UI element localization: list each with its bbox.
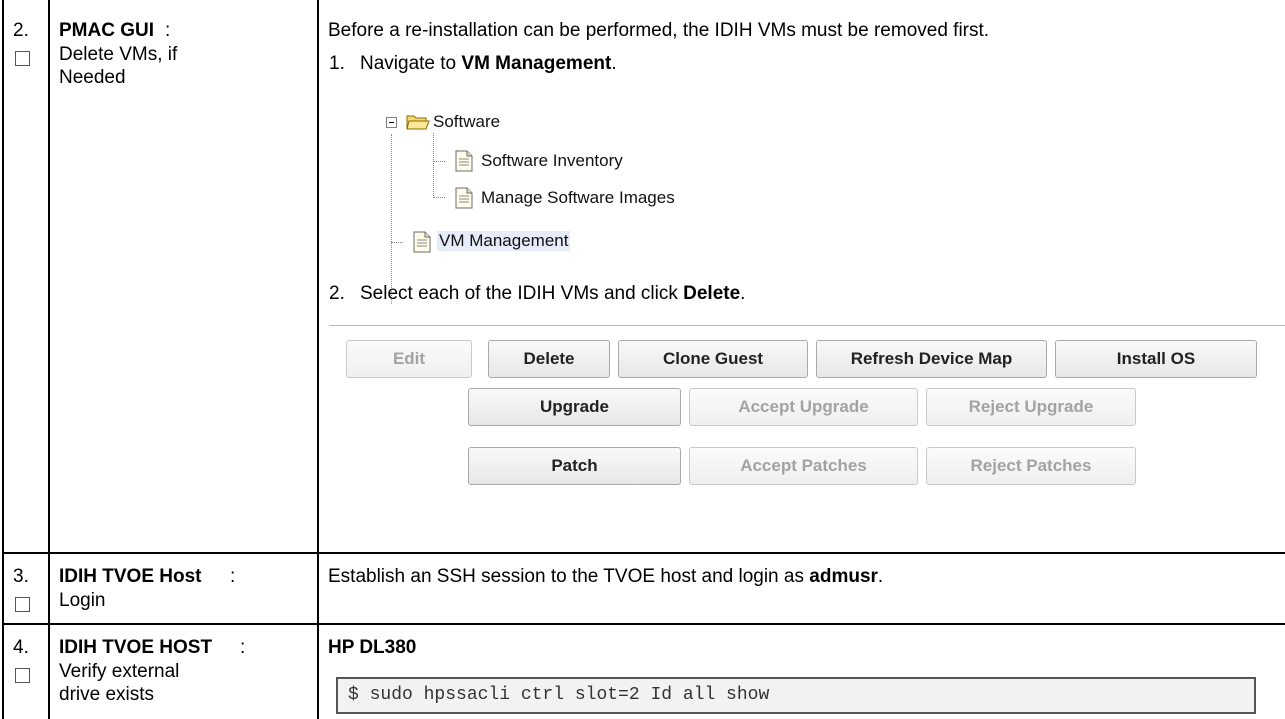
tree-item-manage-software-images[interactable]: Manage Software Images xyxy=(481,188,675,208)
reject-upgrade-button[interactable]: Reject Upgrade xyxy=(926,388,1136,426)
patch-button[interactable]: Patch xyxy=(468,447,681,485)
toolbar-top-border xyxy=(329,325,1285,326)
clone-guest-button[interactable]: Clone Guest xyxy=(618,340,808,378)
step-checkbox[interactable] xyxy=(15,51,30,66)
upgrade-button[interactable]: Upgrade xyxy=(468,388,681,426)
step-checkbox[interactable] xyxy=(15,668,30,683)
substep-number: 1. xyxy=(329,53,345,74)
delete-button[interactable]: Delete xyxy=(488,340,610,378)
document-icon xyxy=(413,231,431,253)
table-border-left xyxy=(2,0,4,719)
step-number: 2. xyxy=(13,20,29,41)
step-title: IDIH TVOE HOST xyxy=(59,637,213,658)
document-icon xyxy=(455,150,473,172)
step-subtitle-line: Needed xyxy=(59,67,126,88)
step-title: IDIH TVOE Host xyxy=(59,566,202,587)
refresh-device-map-button[interactable]: Refresh Device Map xyxy=(816,340,1047,378)
step-number: 3. xyxy=(13,566,29,587)
tree-connector xyxy=(391,242,403,243)
step-instruction: Establish an SSH session to the TVOE hos… xyxy=(328,566,884,587)
step-title-colon: : xyxy=(240,637,246,658)
collapse-icon[interactable] xyxy=(386,117,397,128)
accept-upgrade-button[interactable]: Accept Upgrade xyxy=(689,388,918,426)
step-checkbox[interactable] xyxy=(15,597,30,612)
username-term: admusr xyxy=(809,566,878,587)
tree-item-software-inventory[interactable]: Software Inventory xyxy=(481,151,623,171)
folder-open-icon xyxy=(406,115,430,130)
substep-bold-term: Delete xyxy=(683,283,741,304)
substep-number: 2. xyxy=(329,283,345,304)
table-divider-col2 xyxy=(317,0,319,719)
intro-text: Before a re-installation can be performe… xyxy=(328,20,990,41)
procedure-table: 2. PMAC GUI : Delete VMs, if Needed Befo… xyxy=(0,0,1285,719)
step-subtitle-line: drive exists xyxy=(59,684,155,705)
document-icon xyxy=(455,187,473,209)
step-subtitle-line: Login xyxy=(59,590,106,611)
step-title-colon: : xyxy=(165,20,171,41)
substep-text: Navigate to VM Management. xyxy=(360,53,617,74)
table-divider-col1 xyxy=(48,0,50,719)
row-divider-3-4 xyxy=(2,623,1285,625)
substep-bold-term: VM Management xyxy=(461,53,612,74)
tree-connector xyxy=(433,133,434,198)
row-divider-2-3 xyxy=(2,552,1285,554)
substep-text: Select each of the IDIH VMs and click De… xyxy=(360,283,746,304)
hardware-heading: HP DL380 xyxy=(328,637,417,658)
accept-patches-button[interactable]: Accept Patches xyxy=(689,447,918,485)
tree-item-software[interactable]: Software xyxy=(433,112,500,132)
reject-patches-button[interactable]: Reject Patches xyxy=(926,447,1136,485)
tree-connector xyxy=(391,134,392,304)
edit-button[interactable]: Edit xyxy=(346,340,472,378)
step-title: PMAC GUI xyxy=(59,20,154,41)
step-title-colon: : xyxy=(230,566,236,587)
tree-item-vm-management[interactable]: VM Management xyxy=(437,231,571,251)
tree-connector xyxy=(433,197,445,198)
step-subtitle-line: Verify external xyxy=(59,661,180,682)
tree-connector xyxy=(433,161,445,162)
step-subtitle-line: Delete VMs, if xyxy=(59,44,178,65)
command-code-block: $ sudo hpssacli ctrl slot=2 Id all show xyxy=(336,677,1256,714)
install-os-button[interactable]: Install OS xyxy=(1055,340,1257,378)
step-number: 4. xyxy=(13,637,29,658)
